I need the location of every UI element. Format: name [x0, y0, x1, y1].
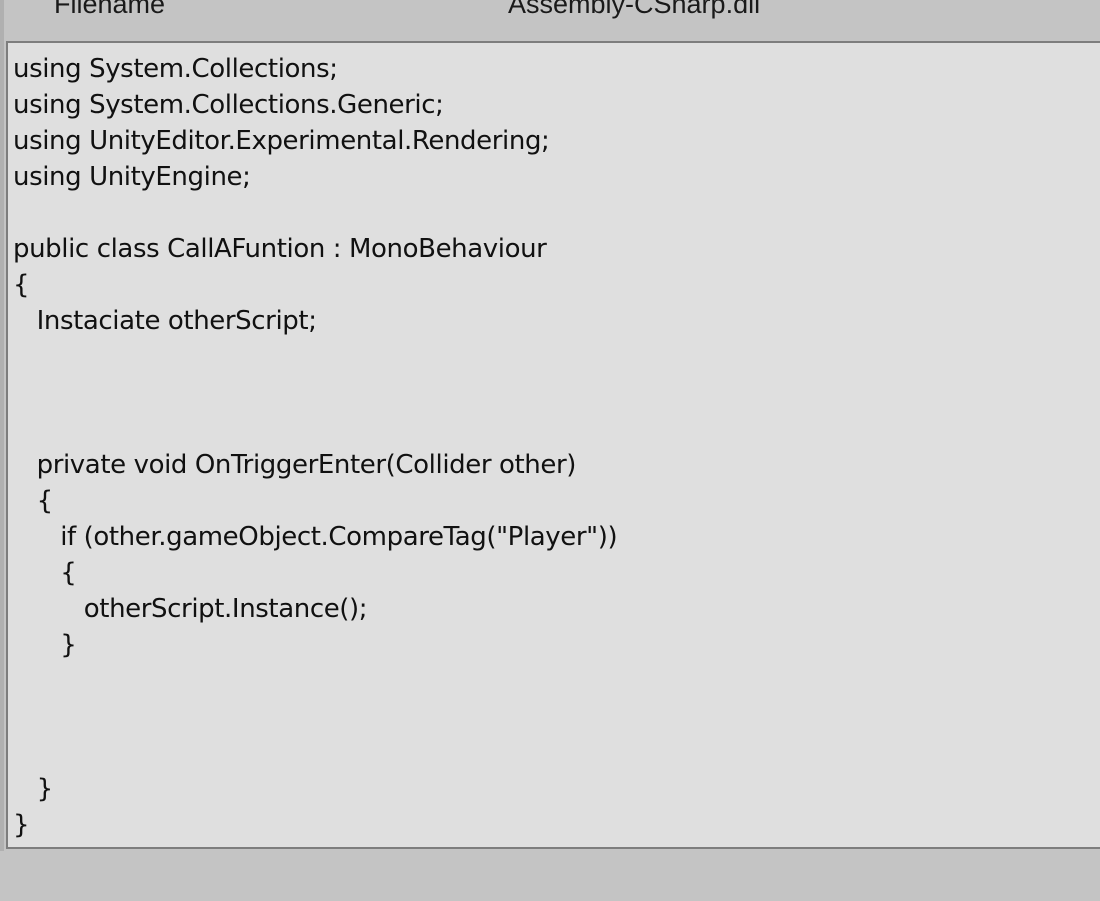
code-line: private void OnTriggerEnter(Collider oth…	[13, 450, 577, 480]
code-line: }	[13, 774, 54, 804]
code-preview-panel: using System.Collections; using System.C…	[6, 41, 1100, 849]
left-border	[0, 0, 4, 901]
code-line: public class CallAFuntion : MonoBehaviou…	[13, 234, 547, 264]
code-line: }	[13, 630, 77, 660]
filename-label: Filename	[54, 0, 166, 19]
code-line: if (other.gameObject.CompareTag("Player"…	[13, 522, 618, 552]
code-line: using UnityEditor.Experimental.Rendering…	[13, 126, 550, 156]
code-line: {	[13, 486, 54, 516]
code-line: {	[13, 270, 30, 300]
code-line: using System.Collections.Generic;	[13, 90, 444, 120]
code-text: using System.Collections; using System.C…	[8, 43, 1100, 843]
code-line: Instaciate otherScript;	[13, 306, 317, 336]
code-line: using System.Collections;	[13, 54, 338, 84]
filename-value: Assembly-CSharp.dll	[508, 0, 761, 19]
code-line: using UnityEngine;	[13, 162, 251, 192]
filename-row: Filename Assembly-CSharp.dll	[0, 0, 1100, 42]
inspector-page: Filename Assembly-CSharp.dll using Syste…	[0, 0, 1100, 901]
code-line: }	[13, 810, 30, 840]
code-line: otherScript.Instance();	[13, 594, 368, 624]
code-line: {	[13, 558, 77, 588]
footer-bar	[0, 851, 1100, 901]
